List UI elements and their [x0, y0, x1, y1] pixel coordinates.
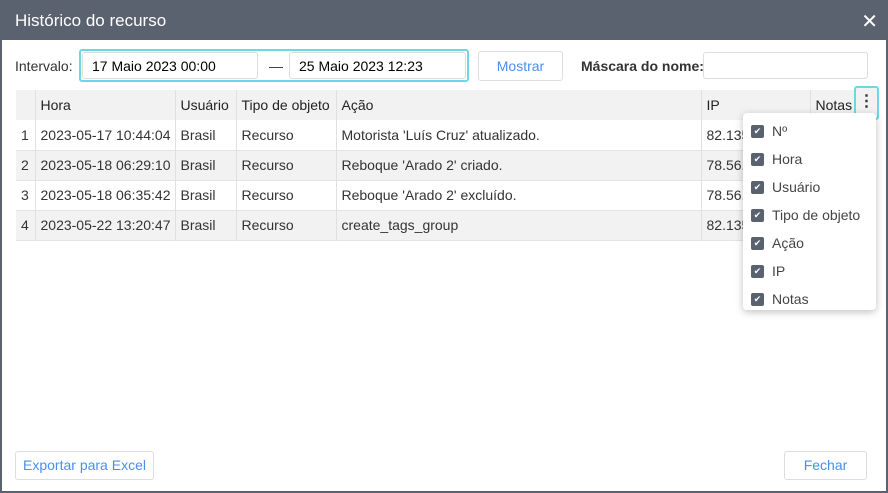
table-row[interactable]: 1 2023-05-17 10:44:04 Brasil Recurso Motoris…	[16, 120, 855, 150]
col-header-object-type[interactable]: Tipo de objeto	[236, 90, 337, 120]
checkbox-checked-icon[interactable]: ✔	[751, 208, 764, 222]
history-table: Hora Usuário Tipo de objeto Ação IP Nota…	[16, 90, 855, 241]
checkbox-checked-icon[interactable]: ✔	[751, 264, 764, 278]
table-header-row: Hora Usuário Tipo de objeto Ação IP Nota…	[16, 90, 855, 120]
cell-object-type: Recurso	[236, 120, 337, 150]
checkbox-checked-icon[interactable]: ✔	[751, 292, 764, 306]
table-row[interactable]: 2 2023-05-18 06:29:10 Brasil Recurso Reboque…	[16, 150, 855, 180]
column-toggle-label: Nº	[772, 123, 788, 139]
close-icon[interactable]: ✕	[861, 9, 878, 34]
checkbox-checked-icon[interactable]: ✔	[751, 236, 764, 250]
close-button[interactable]: Fechar	[784, 451, 867, 480]
col-header-action[interactable]: Ação	[336, 90, 702, 120]
dialog-title: Histórico do recurso	[15, 11, 167, 30]
col-header-time[interactable]: Hora	[35, 90, 176, 120]
cell-object-type: Recurso	[236, 150, 337, 180]
interval-label: Intervalo:	[15, 58, 73, 74]
cell-row-number: 3	[16, 180, 36, 210]
cell-action: create_tags_group	[336, 210, 702, 240]
cell-user: Brasil	[175, 150, 237, 180]
column-toggle-item[interactable]: ✔ IP	[743, 257, 876, 285]
dialog-title-bar: Histórico do recurso ✕	[2, 0, 888, 40]
column-toggle-label: IP	[772, 263, 786, 279]
cell-action: Motorista 'Luís Cruz' atualizado.	[336, 120, 702, 150]
range-separator: —	[269, 58, 283, 74]
column-toggle-item[interactable]: ✔ Usuário	[743, 173, 876, 201]
checkbox-checked-icon[interactable]: ✔	[751, 124, 764, 138]
cell-row-number: 2	[16, 150, 36, 180]
column-toggle-item[interactable]: ✔ Hora	[743, 145, 876, 173]
cell-user: Brasil	[175, 180, 237, 210]
checkbox-checked-icon[interactable]: ✔	[751, 152, 764, 166]
cell-row-number: 1	[16, 120, 36, 150]
cell-user: Brasil	[175, 210, 237, 240]
date-from-input[interactable]	[82, 52, 258, 79]
table-row[interactable]: 4 2023-05-22 13:20:47 Brasil Recurso create_…	[16, 210, 855, 240]
column-toggle-label: Tipo de objeto	[772, 207, 861, 223]
cell-object-type: Recurso	[236, 180, 337, 210]
cell-object-type: Recurso	[236, 210, 337, 240]
cell-action: Reboque 'Arado 2' criado.	[336, 150, 702, 180]
column-toggle-label: Usuário	[772, 179, 821, 195]
cell-row-number: 4	[16, 210, 36, 240]
date-to-input[interactable]	[289, 52, 466, 79]
show-button[interactable]: Mostrar	[478, 51, 563, 81]
column-toggle-item[interactable]: ✔ Ação	[743, 229, 876, 257]
resource-history-dialog: Histórico do recurso ✕ Intervalo: — Most…	[0, 0, 888, 493]
column-toggle-item[interactable]: ✔ Notas	[743, 285, 876, 313]
cell-user: Brasil	[175, 120, 237, 150]
col-header-user[interactable]: Usuário	[175, 90, 237, 120]
cell-time: 2023-05-18 06:29:10	[35, 150, 176, 180]
cell-time: 2023-05-17 10:44:04	[35, 120, 176, 150]
column-toggle-item[interactable]: ✔ Tipo de objeto	[743, 201, 876, 229]
col-header-number[interactable]	[16, 90, 36, 120]
table-row[interactable]: 3 2023-05-18 06:35:42 Brasil Recurso Reboque…	[16, 180, 855, 210]
column-toggle-item[interactable]: ✔ Nº	[743, 117, 876, 145]
checkbox-checked-icon[interactable]: ✔	[751, 180, 764, 194]
name-mask-input[interactable]	[703, 52, 868, 79]
column-visibility-menu: ✔ Nº ✔ Hora ✔ Usuário ✔ Tipo de objeto ✔ Ação ✔ IP ✔…	[743, 113, 876, 310]
cell-action: Reboque 'Arado 2' excluído.	[336, 180, 702, 210]
column-toggle-label: Hora	[772, 151, 803, 167]
cell-time: 2023-05-22 13:20:47	[35, 210, 176, 240]
column-toggle-label: Ação	[772, 235, 804, 251]
column-toggle-label: Notas	[772, 291, 809, 307]
export-excel-button[interactable]: Exportar para Excel	[15, 451, 154, 480]
name-mask-label: Máscara do nome:	[581, 58, 704, 74]
cell-time: 2023-05-18 06:35:42	[35, 180, 176, 210]
